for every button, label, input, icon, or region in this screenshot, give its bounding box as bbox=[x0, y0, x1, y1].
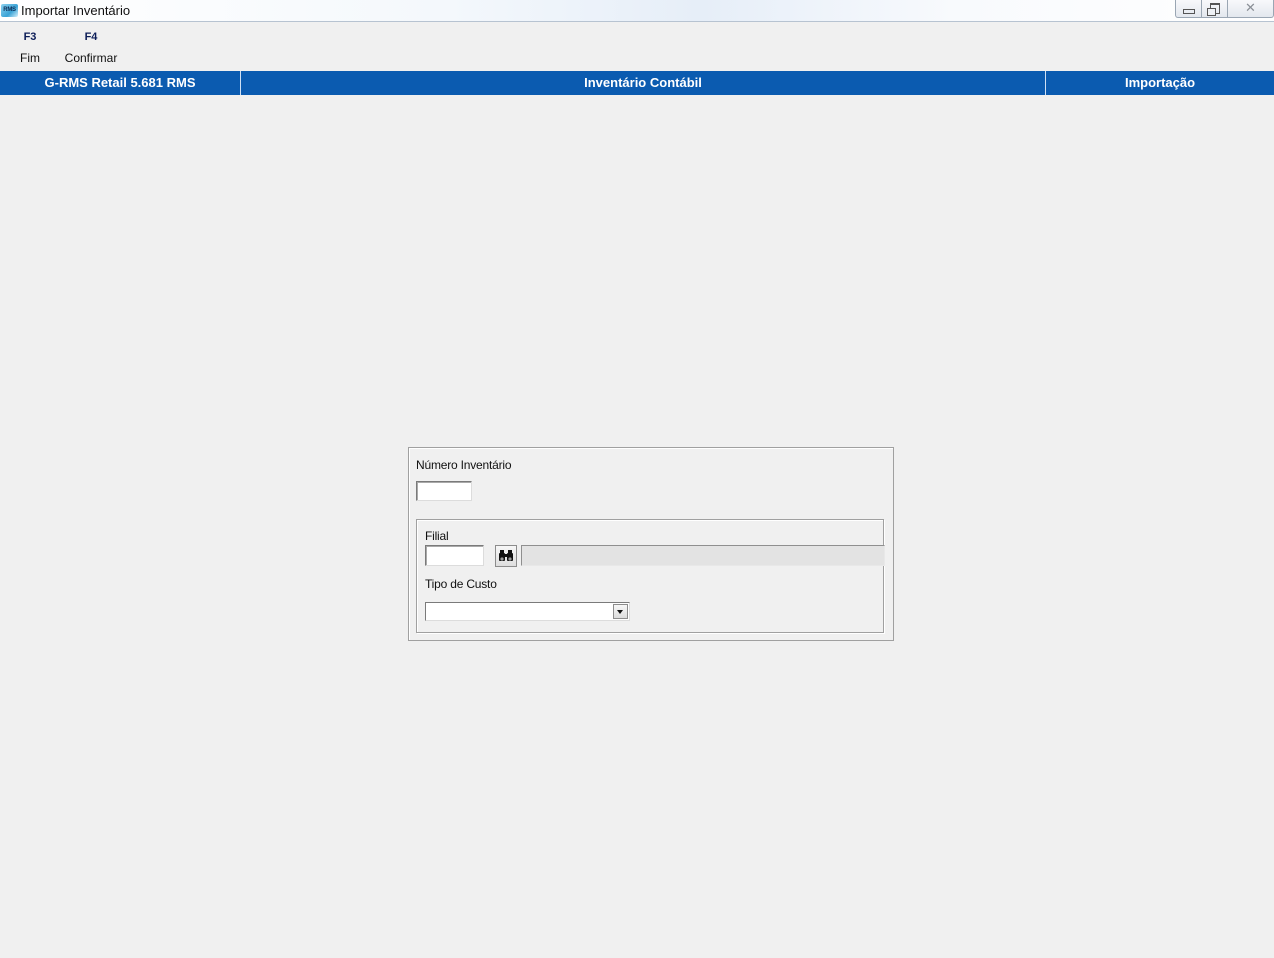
tipo-custo-select[interactable] bbox=[425, 602, 630, 621]
window-titlebar: RMS Importar Inventário ✕ bbox=[0, 0, 1274, 22]
numero-inventario-input[interactable] bbox=[416, 481, 472, 501]
operation-label: Importação bbox=[1124, 75, 1196, 90]
close-button[interactable]: ✕ bbox=[1227, 0, 1274, 18]
chevron-down-icon[interactable] bbox=[613, 604, 628, 619]
f3-key-label: F3 bbox=[23, 31, 37, 43]
app-logo-icon: RMS bbox=[1, 4, 18, 17]
module-header-bar: G-RMS Retail 5.681 RMS Inventário Contáb… bbox=[0, 71, 1274, 95]
filial-input[interactable] bbox=[425, 545, 484, 566]
f4-key-label: F4 bbox=[84, 31, 98, 43]
binoculars-icon bbox=[499, 550, 513, 561]
fim-button[interactable]: F3 Fim bbox=[12, 31, 48, 65]
filial-group-panel: Filial Tipo de Custo bbox=[416, 519, 885, 633]
module-title: Inventário Contábil bbox=[241, 71, 1046, 95]
tipo-custo-label: Tipo de Custo bbox=[425, 577, 497, 591]
filial-search-button[interactable] bbox=[495, 545, 517, 567]
filial-description-field bbox=[521, 545, 885, 566]
import-form-panel: Número Inventário Filial Tipo de Custo bbox=[408, 447, 894, 641]
minimize-icon bbox=[1182, 9, 1195, 14]
system-version-label: G-RMS Retail 5.681 RMS bbox=[0, 71, 241, 95]
close-icon: ✕ bbox=[1245, 0, 1256, 15]
filial-label: Filial bbox=[425, 529, 449, 543]
confirmar-button[interactable]: F4 Confirmar bbox=[60, 31, 122, 65]
minimize-button[interactable] bbox=[1175, 0, 1202, 18]
numero-inventario-label: Número Inventário bbox=[416, 458, 512, 472]
window-title: Importar Inventário bbox=[21, 3, 131, 18]
restore-icon bbox=[1206, 3, 1220, 16]
confirmar-label: Confirmar bbox=[64, 51, 118, 65]
function-key-toolbar: F3 Fim F4 Confirmar bbox=[0, 23, 1274, 70]
restore-button[interactable] bbox=[1201, 0, 1228, 18]
fim-label: Fim bbox=[20, 51, 40, 65]
